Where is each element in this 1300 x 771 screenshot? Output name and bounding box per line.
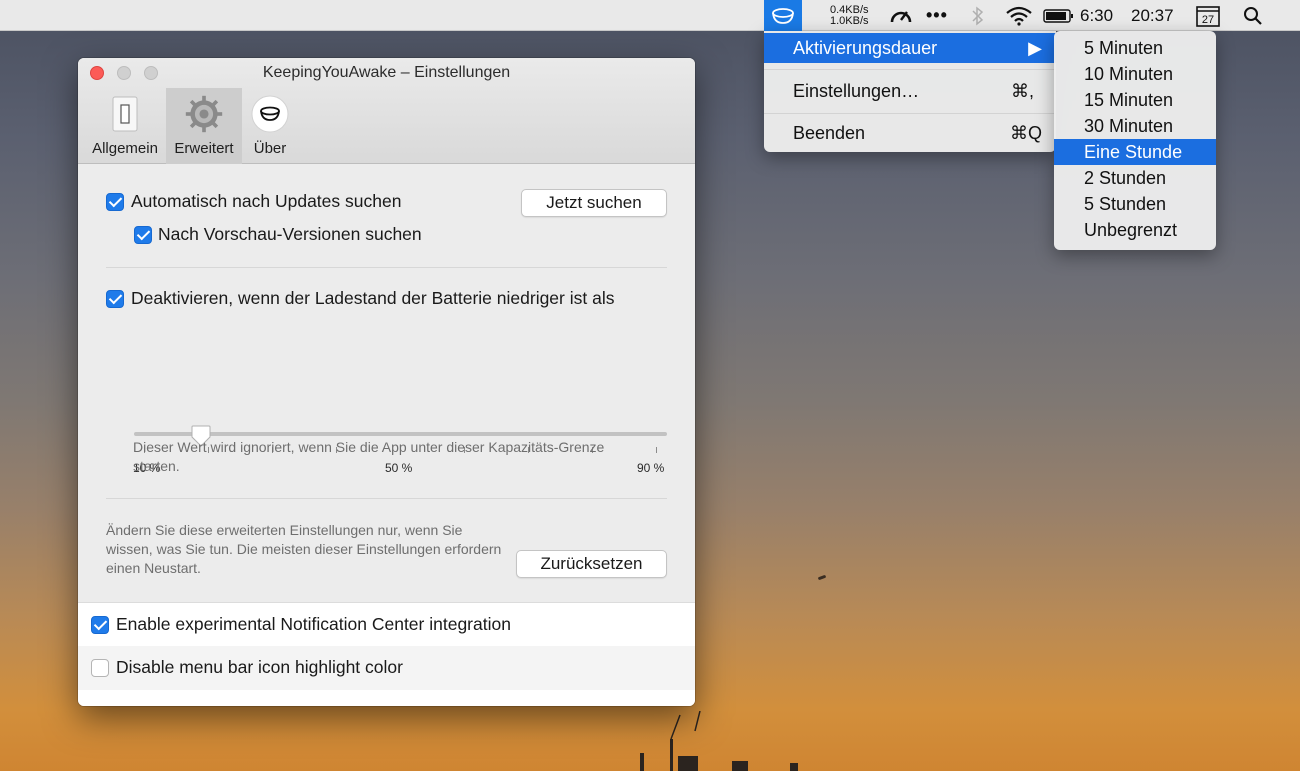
submenu-item[interactable]: 30 Minuten	[1054, 113, 1216, 139]
menu-item-label: Einstellungen…	[793, 80, 920, 101]
menu-item-aktivierungsdauer[interactable]: Aktivierungsdauer ▶	[764, 33, 1056, 63]
notification-label: Enable experimental Notification Center …	[116, 614, 511, 634]
tab-allgemein[interactable]: Allgemein	[88, 88, 162, 164]
check-now-button[interactable]: Jetzt suchen	[521, 189, 667, 217]
submenu-item[interactable]: 15 Minuten	[1054, 87, 1216, 113]
battery-checkbox[interactable]	[106, 290, 124, 308]
preferences-window: KeepingYouAwake – Einstellungen Allgemei…	[78, 58, 695, 706]
menu-separator	[764, 113, 1056, 114]
notification-checkbox[interactable]	[91, 616, 109, 634]
auto-update-checkbox[interactable]	[106, 193, 124, 211]
submenu-item[interactable]: 2 Stunden	[1054, 165, 1216, 191]
slider-track[interactable]	[134, 432, 667, 436]
highlight-checkbox[interactable]	[91, 659, 109, 677]
wifi-icon[interactable]	[1004, 0, 1034, 31]
app-menu: Aktivierungsdauer ▶ Einstellungen… ⌘, Be…	[764, 31, 1056, 152]
calendar-day: 27	[1202, 14, 1214, 26]
bird	[817, 574, 827, 581]
battery-label: Deaktivieren, wenn der Ladestand der Bat…	[131, 288, 615, 308]
preview-versions-checkbox[interactable]	[134, 226, 152, 244]
highlight-label: Disable menu bar icon highlight color	[116, 657, 403, 677]
tab-label: Allgemein	[92, 140, 158, 157]
menu-shortcut: ⌘,	[1010, 80, 1034, 101]
gear-icon	[184, 94, 224, 134]
network-speed[interactable]: 0.4KB/s 1.0KB/s	[830, 0, 869, 31]
submenu-item-selected[interactable]: Eine Stunde	[1054, 139, 1216, 165]
city-skyline	[640, 711, 798, 771]
menu-separator	[764, 69, 1056, 70]
battery-icon[interactable]	[1042, 0, 1076, 31]
cup-icon	[250, 94, 290, 134]
tab-label: Erweitert	[174, 140, 234, 157]
submenu-arrow-icon: ▶	[1028, 37, 1042, 58]
advanced-settings-pane: Automatisch nach Updates suchen Jetzt su…	[78, 165, 695, 706]
submenu-item[interactable]: Unbegrenzt	[1054, 217, 1216, 243]
auto-update-label: Automatisch nach Updates suchen	[131, 191, 402, 211]
window-title: KeepingYouAwake – Einstellungen	[262, 64, 511, 81]
advanced-note: Ändern Sie diese erweiterten Einstellung…	[106, 522, 502, 576]
spotlight-search-icon[interactable]	[1242, 0, 1264, 31]
gauge-icon[interactable]	[888, 0, 914, 31]
more-dots-icon[interactable]: •••	[926, 0, 948, 31]
bluetooth-icon[interactable]	[970, 0, 986, 31]
menu-item-label: Beenden	[793, 122, 866, 143]
tab-label: Über	[253, 140, 287, 157]
keepingyouawake-menubar-icon[interactable]	[764, 0, 802, 31]
switch-icon	[105, 94, 145, 134]
net-down-text: 1.0KB/s	[830, 14, 869, 27]
duration-submenu: 5 Minuten 10 Minuten 15 Minuten 30 Minut…	[1054, 31, 1216, 250]
slider-tick	[656, 447, 657, 453]
menu-item-einstellungen[interactable]: Einstellungen… ⌘,	[764, 76, 1056, 106]
preview-versions-label: Nach Vorschau-Versionen suchen	[158, 224, 422, 244]
menu-bar: 0.4KB/s 1.0KB/s ••• 6:30 20:37 27	[0, 0, 1300, 31]
menu-clock[interactable]: 20:37	[1131, 0, 1174, 31]
cup-icon	[772, 7, 794, 24]
tab-erweitert[interactable]: Erweitert	[166, 88, 242, 164]
submenu-item[interactable]: 5 Stunden	[1054, 191, 1216, 217]
submenu-item[interactable]: 10 Minuten	[1054, 61, 1216, 87]
menu-item-label: Aktivierungsdauer	[793, 37, 938, 58]
divider	[106, 498, 667, 499]
menu-shortcut: ⌘Q	[1009, 122, 1042, 143]
divider	[106, 267, 667, 268]
notification-row: Enable experimental Notification Center …	[78, 602, 695, 646]
reset-button[interactable]: Zurücksetzen	[516, 550, 667, 578]
calendar-icon[interactable]: 27	[1196, 0, 1220, 31]
tab-ueber[interactable]: Über	[246, 88, 294, 164]
empty-row	[78, 690, 695, 706]
menu-item-beenden[interactable]: Beenden ⌘Q	[764, 118, 1056, 148]
battery-time[interactable]: 6:30	[1080, 0, 1113, 31]
submenu-item[interactable]: 5 Minuten	[1054, 35, 1216, 61]
window-toolbar: KeepingYouAwake – Einstellungen Allgemei…	[78, 58, 695, 164]
net-up-text: 0.4KB/s	[830, 3, 869, 16]
highlight-row: Disable menu bar icon highlight color	[78, 646, 695, 690]
battery-note: Dieser Wert wird ignoriert, wenn Sie die…	[133, 439, 605, 474]
